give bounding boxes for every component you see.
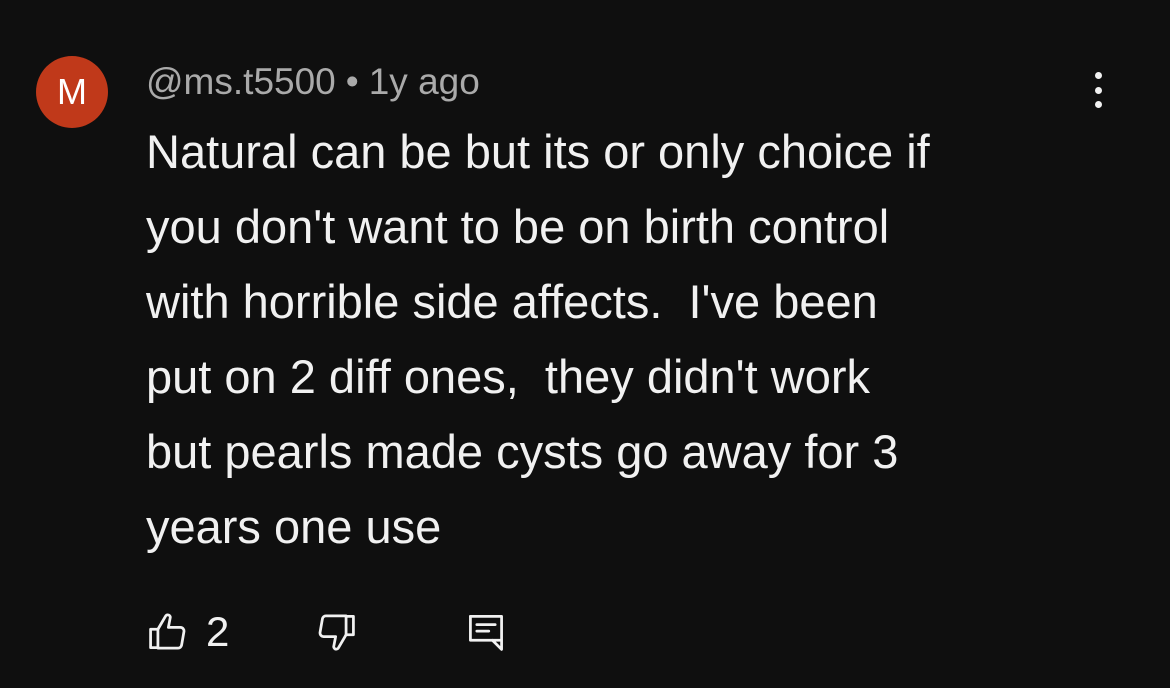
thumbs-up-icon	[146, 610, 190, 654]
author-handle[interactable]: @ms.t5500	[146, 61, 336, 102]
avatar[interactable]: M	[36, 56, 108, 128]
meta-separator: •	[345, 61, 359, 102]
more-vertical-icon-dot	[1094, 101, 1102, 108]
thumbs-down-icon	[314, 610, 358, 654]
more-vertical-icon-dot	[1094, 86, 1102, 94]
comment-timestamp[interactable]: 1y ago	[369, 61, 480, 102]
like-button[interactable]: 2	[146, 602, 229, 662]
comment-meta: @ms.t5500 • 1y ago	[146, 58, 480, 106]
reply-button[interactable]	[464, 602, 508, 662]
dislike-button[interactable]	[314, 602, 358, 662]
comment-text: Natural can be but its or only choice if…	[146, 125, 930, 553]
more-options-button[interactable]	[1078, 66, 1118, 114]
like-count: 2	[206, 608, 230, 655]
more-vertical-icon	[1094, 72, 1102, 79]
comment-item: M @ms.t5500 • 1y ago Natural can be but it…	[0, 0, 1170, 688]
reply-comment-icon	[464, 610, 508, 654]
